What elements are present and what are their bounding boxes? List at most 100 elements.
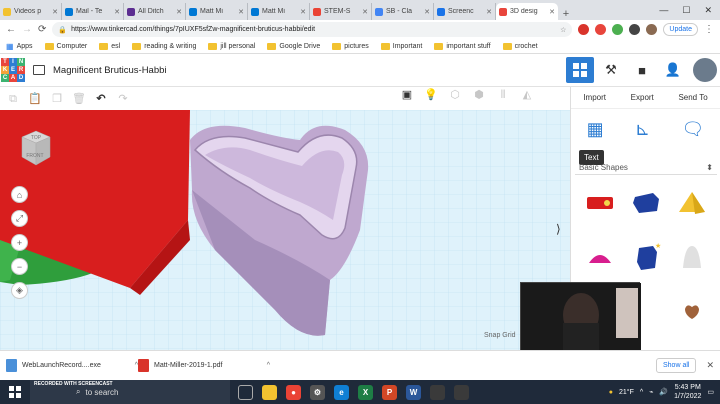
- workplane-icon[interactable]: ▦: [587, 119, 604, 140]
- zoom-out-icon[interactable]: −: [11, 258, 28, 275]
- snap-grid-label[interactable]: Snap Grid: [484, 332, 516, 339]
- bookmark-item[interactable]: reading & writing: [132, 42, 204, 50]
- build-hammer-icon[interactable]: ⚒: [597, 57, 625, 83]
- download-item[interactable]: Matt-Miller-2019-1.pdf ^: [138, 359, 270, 372]
- ruler-icon[interactable]: ⊾: [635, 119, 650, 140]
- shape-polygon[interactable]: ★: [623, 239, 669, 275]
- light-icon[interactable]: 💡: [424, 88, 438, 102]
- close-tab-icon[interactable]: ✕: [549, 8, 555, 16]
- bookmark-item[interactable]: Computer: [44, 42, 96, 50]
- extension-icon[interactable]: [612, 24, 624, 35]
- shape-icon[interactable]: ⬡: [448, 88, 462, 102]
- show-all-button[interactable]: Show all: [655, 358, 697, 373]
- close-tab-icon[interactable]: ✕: [300, 8, 306, 16]
- workplane-canvas[interactable]: TOP FRONT ⌂ ⤢ + − ◈ Snap Grid: [0, 110, 570, 350]
- shape-category-select[interactable]: Basic Shapes ⬍: [575, 161, 717, 175]
- design-menu-icon[interactable]: [33, 65, 45, 75]
- group-icon[interactable]: ⬢: [472, 88, 486, 102]
- bookmark-item[interactable]: jill personal: [208, 42, 263, 50]
- extension-icon[interactable]: [578, 24, 590, 35]
- update-button[interactable]: Update: [663, 23, 698, 36]
- reload-icon[interactable]: ⟳: [38, 24, 46, 35]
- network-icon[interactable]: ⌁: [649, 388, 653, 396]
- file-explorer-icon[interactable]: [262, 384, 277, 400]
- minimize-icon[interactable]: —: [659, 5, 668, 15]
- bookmark-item[interactable]: pictures: [332, 42, 377, 50]
- shape-paraboloid[interactable]: [669, 239, 715, 275]
- view-cube[interactable]: TOP FRONT: [18, 127, 54, 167]
- extension-icon[interactable]: [595, 24, 607, 35]
- note-icon[interactable]: 🗨: [681, 119, 704, 140]
- paste-icon[interactable]: 📋: [28, 92, 42, 106]
- close-tab-icon[interactable]: ✕: [176, 8, 182, 16]
- browser-tab[interactable]: Matt Mi ✕: [248, 3, 310, 20]
- settings-icon[interactable]: ⚙: [310, 384, 325, 400]
- bookmark-item[interactable]: ▦ Apps: [6, 42, 41, 51]
- close-window-icon[interactable]: ✕: [704, 5, 712, 16]
- bookmark-item[interactable]: crochet: [502, 42, 546, 50]
- chevron-up-icon[interactable]: ^: [267, 362, 270, 369]
- browser-tab[interactable]: Mail - Te ✕: [62, 3, 124, 20]
- star-icon[interactable]: ☆: [560, 26, 566, 34]
- extensions-icon[interactable]: [629, 24, 641, 35]
- home-view-icon[interactable]: ⌂: [11, 186, 28, 203]
- 3d-view-button[interactable]: [566, 57, 594, 83]
- bookmark-item[interactable]: esl: [99, 42, 128, 50]
- app-icon[interactable]: [454, 384, 469, 400]
- powerpoint-icon[interactable]: P: [382, 384, 397, 400]
- browser-tab[interactable]: STEM-S ✕: [310, 3, 372, 20]
- url-input[interactable]: 🔒 https://www.tinkercad.com/things/7pIUX…: [52, 22, 573, 37]
- redo-icon[interactable]: ↷: [116, 92, 130, 106]
- browser-tab[interactable]: All Ditch ✕: [124, 3, 186, 20]
- workplane-scene[interactable]: [0, 110, 570, 350]
- windows-start-icon[interactable]: [0, 380, 30, 404]
- profile-avatar[interactable]: [646, 24, 658, 35]
- tinkercad-logo[interactable]: TINKERCAD: [1, 58, 25, 82]
- perspective-icon[interactable]: ◈: [11, 282, 28, 299]
- user-avatar[interactable]: [693, 58, 717, 82]
- zoom-in-icon[interactable]: +: [11, 234, 28, 251]
- close-tab-icon[interactable]: ✕: [486, 8, 492, 16]
- forward-icon[interactable]: →: [22, 24, 32, 35]
- word-icon[interactable]: W: [406, 384, 421, 400]
- notifications-icon[interactable]: ▭: [707, 388, 714, 396]
- lessons-icon[interactable]: ■: [628, 57, 656, 83]
- browser-tab[interactable]: Screenc ✕: [434, 3, 496, 20]
- chrome-icon[interactable]: ●: [286, 384, 301, 400]
- shape-box[interactable]: [623, 185, 669, 221]
- back-icon[interactable]: ←: [6, 24, 16, 35]
- collapse-panel-icon[interactable]: ⟩: [556, 222, 561, 236]
- shape-half-sphere[interactable]: [577, 239, 623, 275]
- align-icon[interactable]: ⫴: [496, 88, 510, 102]
- import-button[interactable]: Import: [583, 93, 606, 102]
- mirror-icon[interactable]: ◭: [520, 88, 534, 102]
- clock[interactable]: 5:43 PM 1/7/2022: [674, 383, 701, 401]
- new-tab-button[interactable]: +: [558, 8, 574, 20]
- shape-heart[interactable]: [669, 293, 715, 329]
- design-title[interactable]: Magnificent Bruticus-Habbi: [53, 65, 167, 76]
- duplicate-icon[interactable]: ❐: [50, 92, 64, 106]
- close-tab-icon[interactable]: ✕: [362, 8, 368, 16]
- close-tab-icon[interactable]: ✕: [114, 8, 120, 16]
- edge-icon[interactable]: e: [334, 384, 349, 400]
- bookmark-item[interactable]: Important: [380, 42, 431, 50]
- notes-icon[interactable]: ▣: [400, 88, 414, 102]
- weather-temp[interactable]: 21°F: [619, 389, 634, 396]
- undo-icon[interactable]: ↶: [94, 92, 108, 106]
- maximize-icon[interactable]: ☐: [682, 5, 690, 16]
- shape-text[interactable]: [577, 185, 623, 221]
- send-to-button[interactable]: Send To: [678, 93, 707, 102]
- close-tab-icon[interactable]: ✕: [52, 8, 58, 16]
- browser-tab[interactable]: SB - Cla ✕: [372, 3, 434, 20]
- tray-arrow-icon[interactable]: ^: [640, 389, 643, 396]
- excel-icon[interactable]: X: [358, 384, 373, 400]
- delete-icon[interactable]: 🗑: [72, 92, 86, 106]
- browser-tab[interactable]: Videos p ✕: [0, 3, 62, 20]
- fit-view-icon[interactable]: ⤢: [11, 210, 28, 227]
- task-view-icon[interactable]: [238, 384, 253, 400]
- copy-icon[interactable]: ⧉: [6, 92, 20, 106]
- bookmark-item[interactable]: important stuff: [434, 42, 498, 50]
- shape-pyramid[interactable]: [669, 185, 715, 221]
- browser-tab[interactable]: Matt Mi ✕: [186, 3, 248, 20]
- volume-icon[interactable]: 🔊: [659, 388, 668, 396]
